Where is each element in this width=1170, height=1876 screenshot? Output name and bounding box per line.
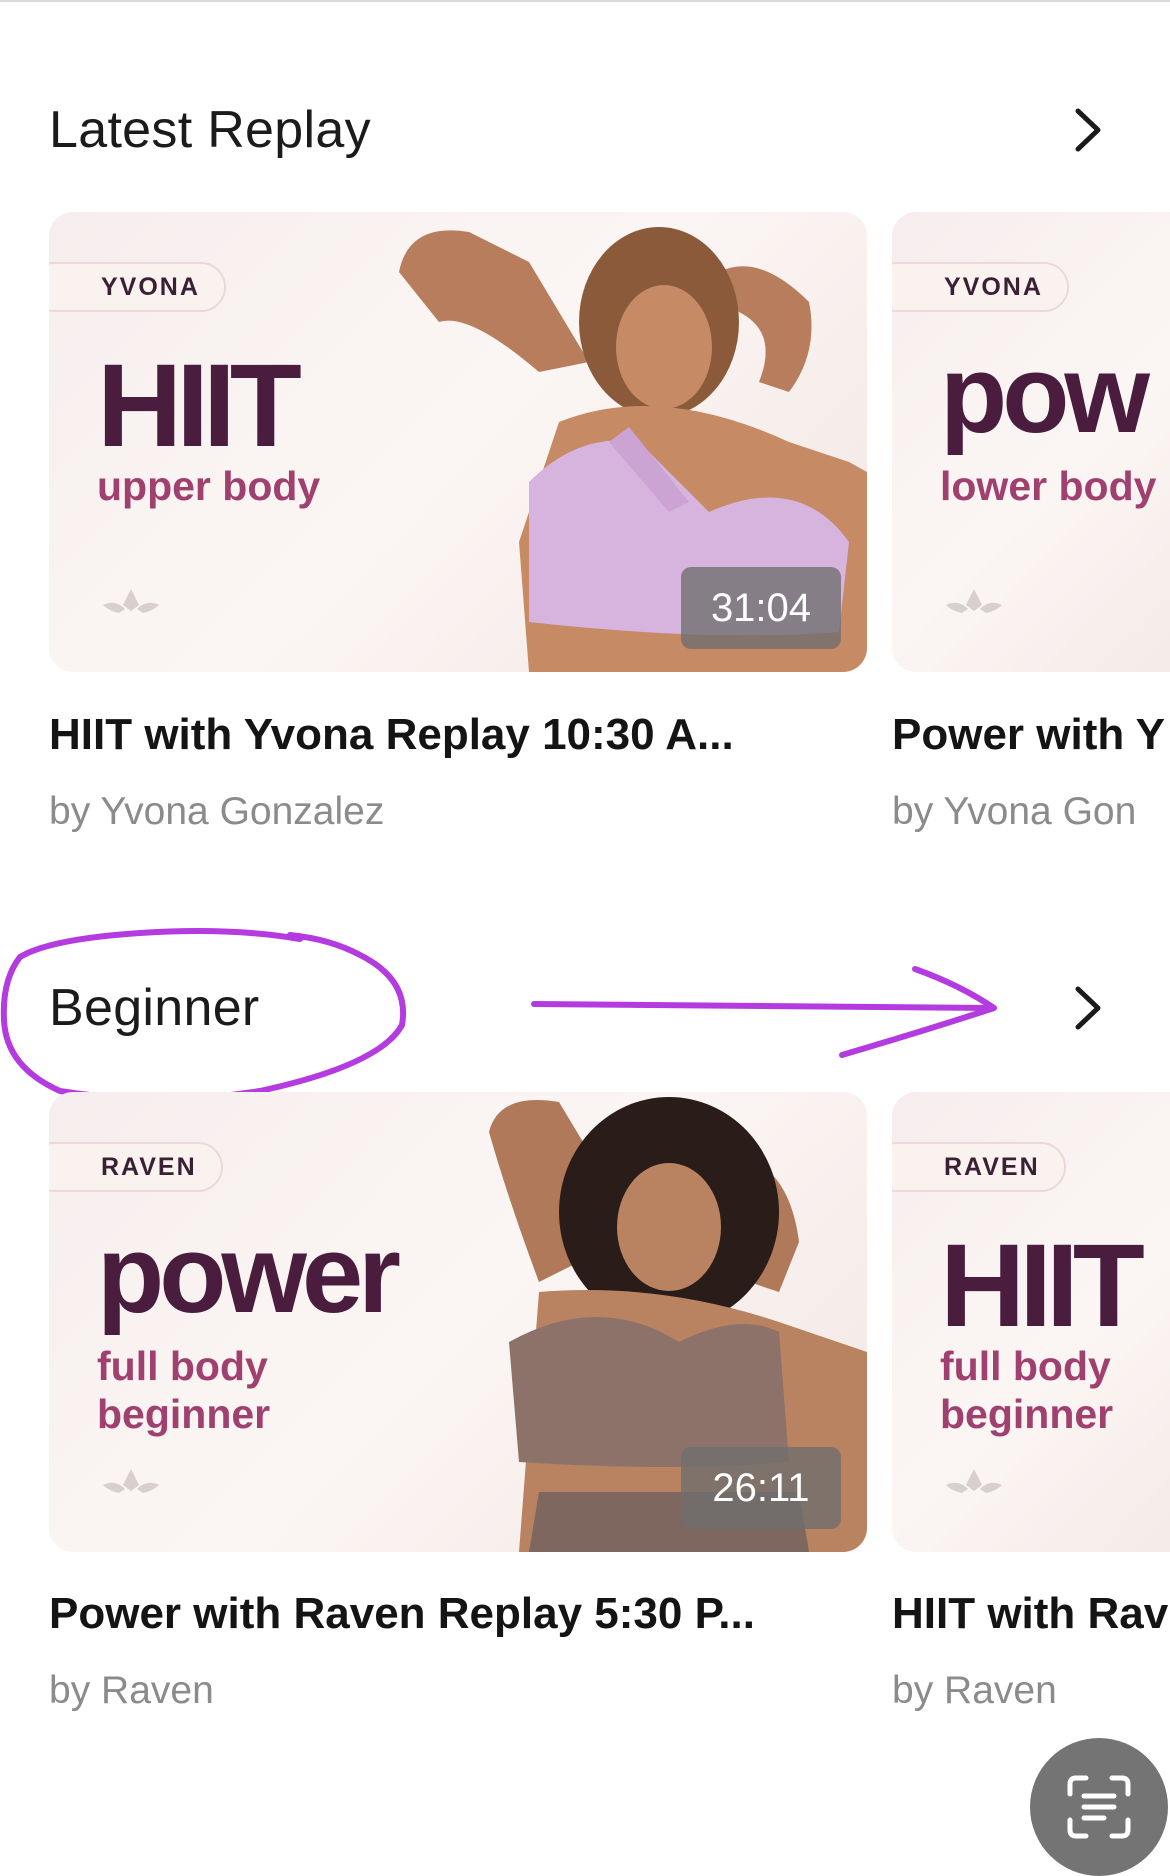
card-row-latest-replay: YVONA HIIT upper body 31:04 YVONA pow lo…	[0, 212, 1170, 672]
workout-subline: full body	[97, 1343, 268, 1389]
lotus-logo-icon	[946, 589, 1002, 613]
instructor-tag: YVONA	[892, 262, 1069, 312]
workout-subline: beginner	[97, 1391, 271, 1437]
workout-headline: HIIT	[940, 1220, 1145, 1352]
duration-badge: 31:04	[681, 567, 841, 649]
chevron-right-icon[interactable]	[1068, 105, 1108, 155]
workout-headline: pow	[940, 333, 1150, 456]
lotus-logo-icon	[946, 1469, 1002, 1493]
workout-subline: lower body	[940, 463, 1157, 509]
instructor-tag: YVONA	[49, 262, 226, 312]
scan-text-icon	[1067, 1775, 1131, 1839]
annotation-markup	[0, 928, 997, 1102]
lotus-logo-icon	[103, 1469, 159, 1493]
video-card-thumbnail[interactable]: RAVEN power full body beginner 26:11	[49, 1092, 867, 1552]
workout-subline: beginner	[940, 1391, 1114, 1437]
workout-headline: power	[97, 1213, 401, 1336]
chevron-right-icon[interactable]	[1068, 983, 1108, 1033]
lotus-logo-icon	[103, 589, 159, 613]
workout-headline: HIIT	[97, 340, 302, 472]
video-author: by Raven	[892, 1669, 1057, 1712]
section-title-latest-replay: Latest Replay	[49, 101, 371, 159]
video-author: by Yvona Gonzalez	[49, 790, 385, 833]
scan-text-button[interactable]	[1030, 1738, 1168, 1876]
video-title[interactable]: Power with Y	[892, 709, 1165, 761]
video-title[interactable]: Power with Raven Replay 5:30 P...	[49, 1588, 755, 1640]
instructor-tag: RAVEN	[49, 1142, 223, 1192]
card-row-beginner: RAVEN power full body beginner 26:11 RAV…	[0, 1092, 1170, 1552]
video-card-thumbnail[interactable]: YVONA HIIT upper body 31:04	[49, 212, 867, 672]
video-card-thumbnail[interactable]: YVONA pow lower body	[892, 212, 1170, 672]
workout-subline: upper body	[97, 463, 321, 509]
workout-subline: full body	[940, 1343, 1111, 1389]
video-author: by Yvona Gon	[892, 790, 1137, 833]
video-card-thumbnail[interactable]: RAVEN HIIT full body beginner	[892, 1092, 1170, 1552]
duration-badge: 26:11	[681, 1447, 841, 1529]
video-title[interactable]: HIIT with Yvona Replay 10:30 A...	[49, 709, 734, 761]
top-divider	[0, 0, 1170, 2]
video-title[interactable]: HIIT with Rav	[892, 1588, 1168, 1640]
video-author: by Raven	[49, 1669, 214, 1712]
instructor-tag: RAVEN	[892, 1142, 1066, 1192]
